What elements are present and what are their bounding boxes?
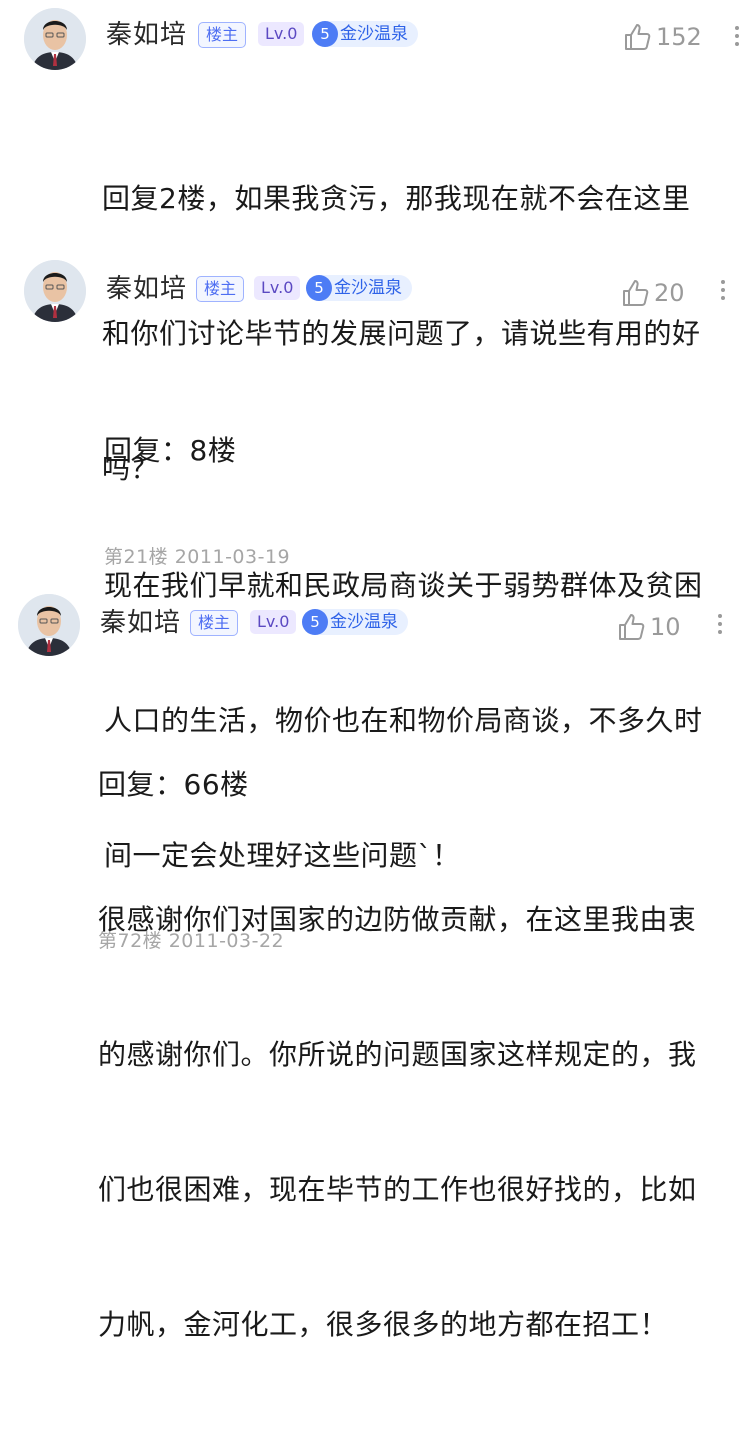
content-line: 们也很困难，现在毕节的工作也很好找的，比如	[98, 1173, 697, 1206]
like-count: 10	[650, 613, 681, 641]
like-button[interactable]: 10	[616, 612, 681, 642]
avatar[interactable]	[24, 260, 86, 322]
author-name[interactable]: 秦如培	[106, 20, 187, 50]
level-badge: Lv.0	[250, 610, 297, 634]
more-options-icon[interactable]	[716, 610, 724, 640]
bar-badge[interactable]: 5 金沙温泉	[312, 21, 418, 47]
more-options-icon[interactable]	[719, 276, 727, 306]
like-button[interactable]: 152	[622, 22, 702, 52]
like-button[interactable]: 20	[620, 278, 685, 308]
owner-badge: 楼主	[198, 22, 247, 48]
like-count: 152	[656, 23, 702, 51]
bar-level-number: 5	[306, 275, 332, 301]
content-line: 回复：66楼	[98, 768, 249, 801]
thumbs-up-icon	[623, 280, 649, 306]
bar-name: 金沙温泉	[340, 24, 408, 44]
floor-and-date: 第72楼 2011-03-22	[98, 930, 285, 952]
owner-badge: 楼主	[196, 276, 245, 302]
owner-badge: 楼主	[190, 610, 239, 636]
content-line: 现在我们早就和民政局商谈关于弱势群体及贫困	[104, 569, 703, 602]
bar-badge[interactable]: 5 金沙温泉	[302, 609, 408, 635]
content-line: 回复：8楼	[104, 434, 237, 467]
avatar[interactable]	[18, 594, 80, 656]
level-badge: Lv.0	[258, 22, 305, 46]
content-line: 的感谢你们。你所说的问题国家这样规定的，我	[98, 1038, 697, 1071]
bar-name: 金沙温泉	[330, 612, 398, 632]
bar-badge[interactable]: 5 金沙温泉	[306, 275, 412, 301]
bar-name: 金沙温泉	[334, 278, 402, 298]
reply-content: 回复：66楼 很感谢你们对国家的边防做贡献，在这里我由衷 的感谢你们。你所说的问…	[98, 672, 697, 1437]
floor-and-date: 第21楼 2011-03-19	[104, 546, 291, 568]
author-name[interactable]: 秦如培	[100, 608, 181, 638]
bar-level-number: 5	[312, 21, 338, 47]
like-count: 20	[654, 279, 685, 307]
reply-thread: 秦如培 楼主 Lv.0 5 金沙温泉 152 回复2楼，如果我贪污，那我现在就不…	[0, 0, 750, 1341]
author-name[interactable]: 秦如培	[106, 274, 187, 304]
more-options-icon[interactable]	[733, 22, 741, 52]
content-line: 回复2楼，如果我贪污，那我现在就不会在这里	[102, 182, 691, 215]
level-badge: Lv.0	[254, 276, 301, 300]
thumbs-up-icon	[619, 614, 645, 640]
content-line: 力帆，金河化工，很多很多的地方都在招工！	[98, 1308, 669, 1341]
thumbs-up-icon	[625, 24, 651, 50]
bar-level-number: 5	[302, 609, 328, 635]
avatar[interactable]	[24, 8, 86, 70]
